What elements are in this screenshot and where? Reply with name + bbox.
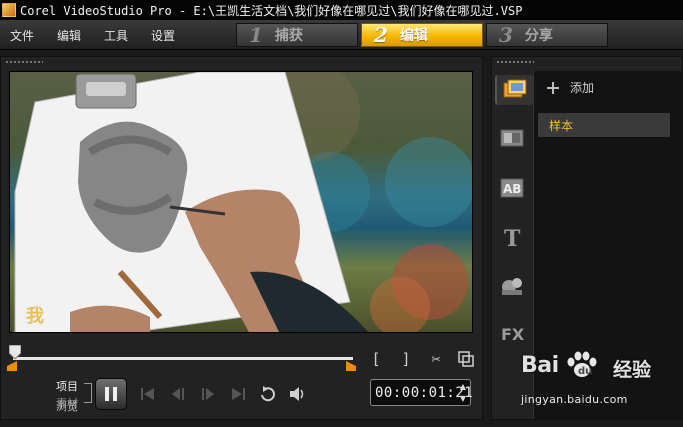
step-label: 分享 bbox=[524, 28, 553, 44]
add-label: 添加 bbox=[570, 81, 595, 95]
menu-file[interactable]: 文件 bbox=[10, 27, 34, 44]
spin-up-icon[interactable]: ▲ bbox=[460, 382, 466, 391]
enlarge-icon[interactable] bbox=[457, 350, 475, 368]
cut-icon[interactable]: ✂ bbox=[427, 350, 445, 368]
mark-in-icon[interactable]: [ bbox=[367, 350, 385, 368]
trim-marker-right[interactable] bbox=[346, 361, 356, 371]
step-number: 2 bbox=[374, 23, 388, 47]
library-folder-sample[interactable]: 样本 bbox=[538, 113, 670, 137]
title-ab-icon[interactable]: AB bbox=[497, 173, 527, 203]
menu-edit[interactable]: 编辑 bbox=[57, 27, 81, 44]
panel-grip[interactable] bbox=[5, 60, 43, 64]
svg-text:T: T bbox=[504, 227, 521, 249]
folder-label: 样本 bbox=[549, 118, 574, 133]
repeat-icon[interactable] bbox=[257, 385, 279, 403]
window-title: Corel VideoStudio Pro - E:\王凯生活文档\我们好像在哪… bbox=[20, 3, 523, 18]
step-number: 1 bbox=[249, 23, 263, 47]
title-bar: Corel VideoStudio Pro - E:\王凯生活文档\我们好像在哪… bbox=[0, 0, 683, 20]
preview-image bbox=[14, 72, 472, 332]
menu-settings[interactable]: 设置 bbox=[151, 27, 175, 44]
step-edit-tab[interactable]: 2 编辑 bbox=[361, 23, 483, 47]
browse-label[interactable]: 浏览 bbox=[56, 398, 176, 416]
media-icon[interactable] bbox=[495, 75, 533, 105]
trim-marker-left[interactable] bbox=[7, 361, 17, 371]
preview-window[interactable]: 我 bbox=[9, 71, 473, 333]
step-share-tab[interactable]: 3 分享 bbox=[486, 23, 608, 47]
menu-bar: 文件 编辑 工具 设置 1 捕获 2 编辑 3 分享 bbox=[0, 20, 683, 50]
workflow-steps: 1 捕获 2 编辑 3 分享 bbox=[236, 23, 611, 47]
step-label: 捕获 bbox=[274, 28, 303, 44]
project-mode-label[interactable]: 项目 bbox=[56, 378, 84, 395]
watermark: Bai du 经验 jingyan.baidu.com bbox=[521, 351, 681, 413]
edit-toolbar: [ ] ✂ bbox=[367, 350, 475, 368]
text-t-icon[interactable]: T bbox=[497, 223, 527, 253]
menu-tools[interactable]: 工具 bbox=[104, 27, 128, 44]
svg-text:AB: AB bbox=[503, 182, 521, 196]
main-menu: 文件 编辑 工具 设置 bbox=[0, 20, 198, 50]
videostudio-icon bbox=[2, 3, 16, 17]
step-capture-tab[interactable]: 1 捕获 bbox=[236, 23, 358, 47]
step-label: 编辑 bbox=[399, 28, 428, 44]
add-folder-button[interactable]: 添加 bbox=[546, 79, 594, 96]
next-icon[interactable] bbox=[197, 385, 219, 403]
mark-out-icon[interactable]: ] bbox=[397, 350, 415, 368]
timecode-field[interactable]: 00:00:01:21 ▲ ▼ bbox=[370, 379, 473, 406]
end-icon[interactable] bbox=[227, 385, 249, 403]
timecode-spinner[interactable]: ▲ ▼ bbox=[458, 382, 468, 403]
overlay-title-text: 我 bbox=[26, 306, 44, 327]
svg-text:du: du bbox=[578, 366, 592, 377]
scrubber[interactable] bbox=[7, 345, 359, 371]
spin-down-icon[interactable]: ▼ bbox=[460, 394, 466, 403]
step-number: 3 bbox=[499, 23, 513, 47]
volume-icon[interactable] bbox=[287, 385, 309, 403]
panel-grip[interactable] bbox=[496, 60, 534, 64]
graphic-icon[interactable] bbox=[497, 271, 527, 301]
paw-logo-icon: du bbox=[567, 351, 597, 377]
preview-panel: 我 [ ] ✂ 项目 素材 00:00:01:21 ▲ ▼ bbox=[0, 56, 483, 420]
watermark-url: jingyan.baidu.com bbox=[521, 393, 628, 406]
scrubber-handle[interactable] bbox=[9, 345, 21, 359]
transition-icon[interactable] bbox=[497, 123, 527, 153]
svg-text:FX: FX bbox=[501, 325, 524, 344]
fx-icon[interactable]: FX bbox=[497, 319, 527, 349]
plus-icon bbox=[546, 81, 560, 95]
watermark-suffix: 经验 bbox=[613, 359, 652, 381]
watermark-brand: Bai bbox=[521, 353, 559, 378]
scrub-track[interactable] bbox=[13, 357, 353, 360]
